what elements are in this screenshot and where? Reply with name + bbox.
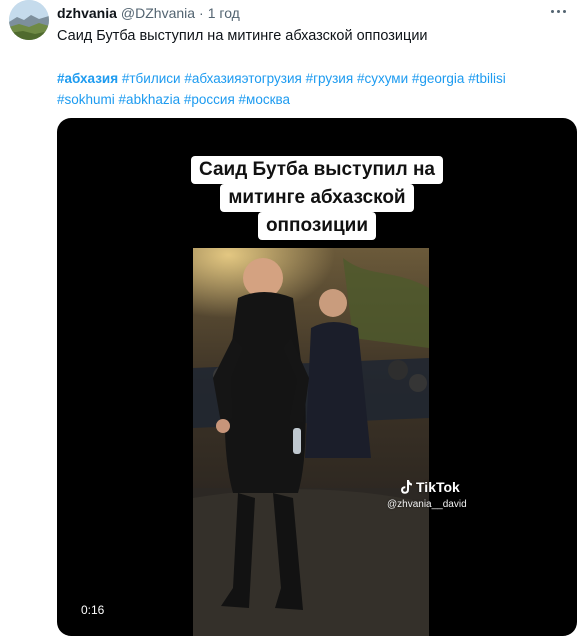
hashtag-link[interactable]: #tbilisi [468,71,506,86]
hashtag-link[interactable]: #тбилиси [122,71,181,86]
tiktok-watermark: TikTok @zhvania__david [387,479,467,510]
caption-line: Саид Бутба выступил на [191,156,443,184]
video-scene [193,248,429,636]
tiktok-brand-text: TikTok [416,479,460,495]
hashtag-link[interactable]: #sokhumi [57,92,115,107]
hashtag-link[interactable]: #georgia [412,71,465,86]
avatar[interactable] [9,0,49,40]
video-frame[interactable] [193,248,429,636]
video-player[interactable]: Саид Бутба выступил на митинге абхазской… [57,118,577,636]
video-caption-overlay: Саид Бутба выступил на митинге абхазской… [57,156,577,240]
more-horizontal-icon [550,9,554,13]
avatar-landscape-image [9,0,49,40]
timestamp[interactable]: 1 год [208,5,240,21]
user-handle[interactable]: @DZhvania [121,5,195,21]
more-options-button[interactable] [544,2,572,20]
hashtag-link[interactable]: #абхазия [57,71,118,86]
hashtag-link[interactable]: #грузия [306,71,354,86]
tweet-text: Саид Бутба выступил на митинге абхазской… [57,28,428,44]
hashtag-link[interactable]: #абхазияэтогрузия [184,71,302,86]
tweet-header: dzhvania @DZhvania · 1 год [57,4,240,22]
hashtag-link[interactable]: #москва [239,92,290,107]
tiktok-logo-icon [401,480,412,494]
caption-line: митинге абхазской [220,184,414,212]
hashtag-link[interactable]: #сухуми [357,71,408,86]
hashtag-link[interactable]: #abkhazia [119,92,181,107]
video-duration: 0:16 [81,603,105,617]
hashtag-list: #абхазия #тбилиси #абхазияэтогрузия #гру… [57,68,577,110]
caption-line: оппозиции [257,212,377,240]
separator-dot: · [199,5,204,21]
display-name[interactable]: dzhvania [57,5,117,21]
tiktok-username: @zhvania__david [387,499,467,510]
hashtag-link[interactable]: #россия [184,92,235,107]
tweet: dzhvania @DZhvania · 1 год Саид Бутба вы… [0,0,586,640]
